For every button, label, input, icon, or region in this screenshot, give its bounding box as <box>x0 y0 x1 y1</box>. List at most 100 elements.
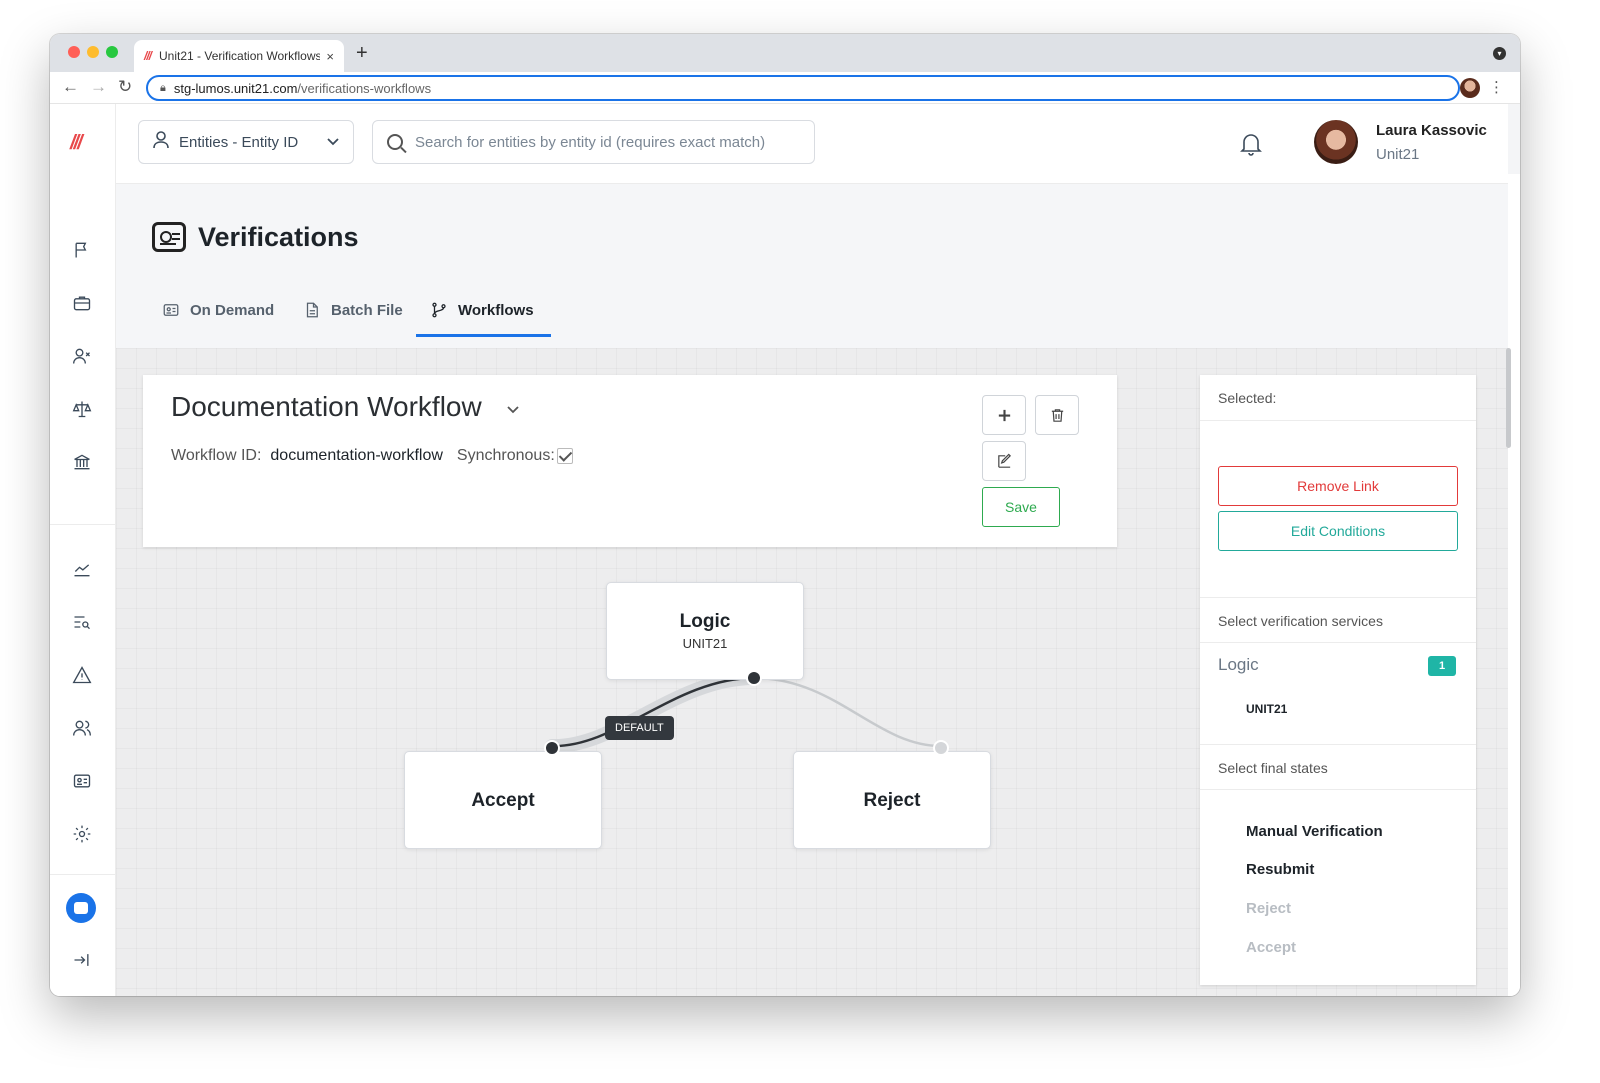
close-window-button[interactable] <box>68 46 80 58</box>
service-item[interactable]: UNIT21 <box>1246 702 1287 716</box>
flag-icon[interactable] <box>70 238 94 262</box>
entity-search-input[interactable] <box>415 133 800 151</box>
reload-icon[interactable]: ↻ <box>118 77 132 97</box>
unit21-logo[interactable]: /// <box>70 132 83 155</box>
browser-tab-title: Unit21 - Verification Workflows <box>159 49 321 63</box>
workflow-dropdown-chevron-icon[interactable] <box>507 403 519 417</box>
final-state-reject: Reject <box>1246 900 1292 917</box>
final-state-manual-verification[interactable]: Manual Verification <box>1246 823 1383 840</box>
synchronous-checkbox[interactable] <box>556 448 573 464</box>
search-icon <box>387 134 403 150</box>
alert-triangle-icon[interactable] <box>70 663 94 687</box>
tab-batch-file[interactable]: Batch File <box>303 290 403 330</box>
page-scrollbar-thumb[interactable] <box>1506 348 1511 448</box>
final-state-resubmit[interactable]: Resubmit <box>1246 861 1314 878</box>
page-scrollbar-track[interactable] <box>1508 174 1520 996</box>
tab-close-icon[interactable]: × <box>326 49 334 64</box>
list-search-icon[interactable] <box>70 610 94 634</box>
top-header: Entities - Entity ID Laura Kassovic Unit… <box>116 104 1508 184</box>
expand-sidebar-icon[interactable] <box>70 948 94 972</box>
remove-link-button[interactable]: Remove Link <box>1218 466 1458 506</box>
profile-avatar[interactable] <box>1460 78 1480 98</box>
edit-workflow-button[interactable] <box>982 441 1026 481</box>
tab-search-icon[interactable]: ▾ <box>1493 47 1506 60</box>
bank-icon[interactable] <box>70 450 94 474</box>
chat-support-button[interactable] <box>66 893 96 923</box>
workflow-name[interactable]: Documentation Workflow <box>171 391 482 423</box>
user-x-icon[interactable] <box>70 344 94 368</box>
page-header: Verifications On Demand Batch File Workf… <box>116 184 1508 348</box>
url-host: stg-lumos.unit21.com <box>173 80 298 96</box>
chat-icon <box>74 902 88 914</box>
node-accept[interactable]: Accept <box>404 751 602 849</box>
workflow-canvas[interactable]: Documentation Workflow Workflow ID: docu… <box>116 348 1508 996</box>
browser-menu-icon[interactable]: ⋮ <box>1489 78 1504 96</box>
gear-icon[interactable] <box>70 822 94 846</box>
link-properties-panel: Selected: Remove Link Edit Conditions Se… <box>1200 375 1476 985</box>
selected-label: Selected: <box>1218 390 1277 406</box>
lock-icon: 🔒︎ <box>160 81 166 94</box>
edit-icon <box>997 453 1011 468</box>
id-card-icon <box>163 304 179 316</box>
save-button[interactable]: Save <box>982 487 1060 527</box>
url-path: /verifications-workflows <box>297 80 432 96</box>
sidebar-divider <box>50 874 116 875</box>
chevron-down-icon <box>327 135 339 149</box>
forward-arrow-icon[interactable]: → <box>90 77 107 97</box>
tab-label: On Demand <box>190 301 275 319</box>
verification-id-icon <box>152 222 186 252</box>
final-states-section-header: Select final states <box>1200 744 1476 790</box>
final-states-header: Select final states <box>1218 760 1328 776</box>
entity-type-select[interactable]: Entities - Entity ID <box>138 120 354 164</box>
node-reject[interactable]: Reject <box>793 751 991 849</box>
chart-line-icon[interactable] <box>70 557 94 581</box>
trash-icon <box>1051 408 1063 422</box>
node-logic[interactable]: Logic UNIT21 <box>606 582 804 680</box>
briefcase-icon[interactable] <box>70 291 94 315</box>
workflow-details-card: Documentation Workflow Workflow ID: docu… <box>143 375 1117 547</box>
service-name[interactable]: Logic <box>1218 655 1259 675</box>
address-bar[interactable]: 🔒︎ stg-lumos.unit21.com/verifications-wo… <box>146 75 1460 101</box>
page-title: Verifications <box>198 222 359 252</box>
edge-default-badge: DEFAULT <box>605 716 674 740</box>
browser-tab-bar: /// Unit21 - Verification Workflows × + … <box>50 34 1520 72</box>
back-arrow-icon[interactable]: ← <box>62 77 79 97</box>
user-org: Unit21 <box>1376 146 1420 163</box>
app-root: /// Entities - Entity ID Search for enti… <box>50 104 1520 996</box>
tab-label: Batch File <box>331 301 403 319</box>
workflow-meta: Workflow ID: documentation-workflow Sync… <box>171 447 573 465</box>
user-name[interactable]: Laura Kassovic <box>1376 122 1487 139</box>
users-icon[interactable] <box>70 716 94 740</box>
workflow-id-label: Workflow ID: <box>171 447 262 464</box>
minimize-window-button[interactable] <box>87 46 99 58</box>
selected-section: Selected: <box>1200 375 1476 421</box>
browser-toolbar: ← → ↻ 🔒︎ stg-lumos.unit21.com/verificati… <box>50 72 1520 104</box>
edge-logic-reject <box>753 676 942 748</box>
bell-icon[interactable] <box>1240 132 1262 156</box>
edit-conditions-button[interactable]: Edit Conditions <box>1218 511 1458 551</box>
user-avatar[interactable] <box>1314 120 1358 164</box>
plus-icon <box>998 409 1010 421</box>
final-state-accept: Accept <box>1246 939 1297 956</box>
services-header: Select verification services <box>1218 613 1383 629</box>
workflow-id-value: documentation-workflow <box>270 447 443 464</box>
scale-icon[interactable] <box>70 397 94 421</box>
entity-select-label: Entities - Entity ID <box>179 133 299 151</box>
sidebar-divider <box>50 524 116 525</box>
file-icon <box>306 302 318 318</box>
sidebar: /// <box>50 104 116 996</box>
add-node-button[interactable] <box>982 395 1026 435</box>
person-icon <box>153 131 169 153</box>
tab-on-demand[interactable]: On Demand <box>162 290 274 330</box>
browser-tab[interactable]: /// Unit21 - Verification Workflows × <box>134 40 344 72</box>
services-section-header: Select verification services <box>1200 597 1476 643</box>
delete-button[interactable] <box>1035 395 1079 435</box>
favicon-icon: /// <box>144 49 152 63</box>
node-label: Reject <box>863 790 921 811</box>
service-count-badge: 1 <box>1428 656 1456 676</box>
maximize-window-button[interactable] <box>106 46 118 58</box>
tab-workflows[interactable]: Workflows <box>430 290 534 330</box>
id-card-icon[interactable] <box>70 769 94 793</box>
tab-label: Workflows <box>458 301 534 319</box>
new-tab-button[interactable]: + <box>356 42 368 65</box>
